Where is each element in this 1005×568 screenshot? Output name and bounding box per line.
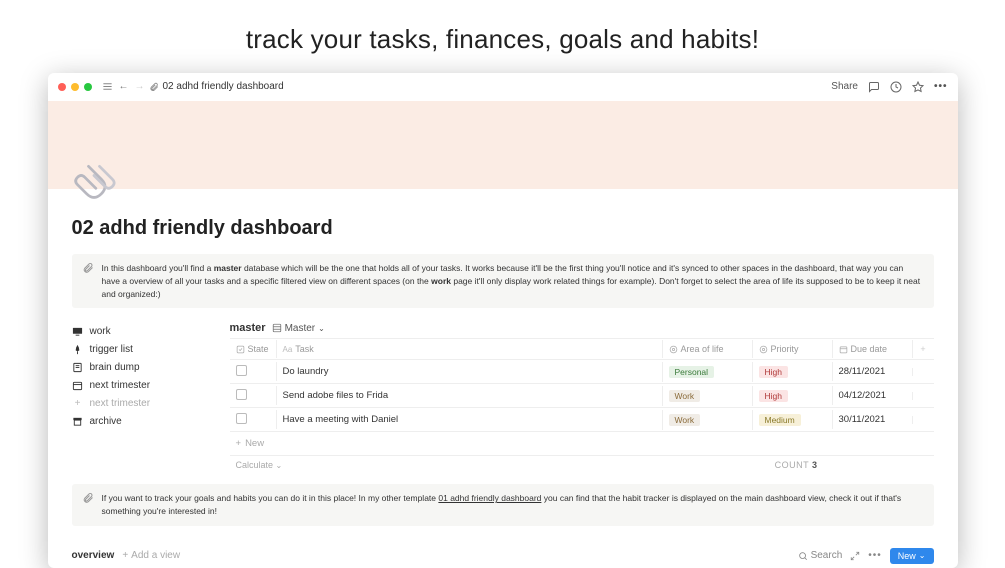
- pin-icon: [72, 343, 84, 355]
- database-title[interactable]: master: [230, 322, 266, 334]
- database-view-selector[interactable]: Master ⌄: [272, 323, 325, 334]
- cell-area[interactable]: Personal: [662, 362, 752, 382]
- sidebar-item-label: brain dump: [90, 362, 140, 373]
- cell-priority[interactable]: High: [752, 386, 832, 406]
- sidebar-item-archive[interactable]: archive: [72, 412, 212, 430]
- template-link[interactable]: 01 adhd friendly dashboard: [438, 493, 541, 503]
- column-area[interactable]: Area of life: [662, 340, 752, 358]
- paperclip-icon: [82, 492, 94, 504]
- cell-area[interactable]: Work: [662, 386, 752, 406]
- sidebar-item-trigger-list[interactable]: trigger list: [72, 340, 212, 358]
- row-checkbox[interactable]: [236, 365, 247, 376]
- share-button[interactable]: Share: [831, 81, 858, 92]
- column-due[interactable]: Due date: [832, 340, 912, 358]
- marketing-headline: track your tasks, finances, goals and ha…: [0, 0, 1005, 73]
- sidebar-item-label: trigger list: [90, 344, 133, 355]
- cell-task[interactable]: Send adobe files to Frida: [276, 386, 662, 405]
- cell-task[interactable]: Have a meeting with Daniel: [276, 410, 662, 429]
- paperclip-icon: [149, 82, 159, 92]
- breadcrumb[interactable]: 02 adhd friendly dashboard: [149, 81, 284, 92]
- search-button[interactable]: Search: [798, 550, 843, 561]
- cell-empty: [912, 392, 934, 400]
- chevron-down-icon: ⌄: [276, 461, 283, 470]
- cell-area[interactable]: Work: [662, 410, 752, 430]
- column-task[interactable]: Aa Task: [276, 340, 662, 358]
- sidebar-item-label: next trimester: [90, 398, 151, 409]
- cell-due[interactable]: 30/11/2021: [832, 410, 912, 429]
- plus-icon: +: [72, 397, 84, 409]
- page-link-list: work trigger list brain dump next trimester…: [72, 322, 212, 474]
- chevron-down-icon: ⌄: [919, 551, 926, 560]
- calculate-button[interactable]: Calculate ⌄: [236, 460, 283, 470]
- new-button[interactable]: New ⌄: [890, 548, 934, 564]
- note-icon: [72, 361, 84, 373]
- calendar-icon: [72, 379, 84, 391]
- desktop-icon: [72, 325, 84, 337]
- cell-empty: [912, 416, 934, 424]
- cell-priority[interactable]: High: [752, 362, 832, 382]
- table-header-row: State Aa Task Area of life Priority: [230, 338, 934, 360]
- table-row[interactable]: Do laundryPersonalHigh28/11/2021: [230, 360, 934, 384]
- app-window: ← → 02 adhd friendly dashboard Share •••: [48, 73, 958, 568]
- column-state[interactable]: State: [230, 340, 276, 358]
- cell-empty: [912, 368, 934, 376]
- goals-callout: If you want to track your goals and habi…: [72, 484, 934, 526]
- window-topbar: ← → 02 adhd friendly dashboard Share •••: [48, 73, 958, 101]
- add-column-button[interactable]: +: [912, 340, 934, 358]
- maximize-window-button[interactable]: [84, 83, 92, 91]
- sidebar-item-next-trimester[interactable]: next trimester: [72, 376, 212, 394]
- overview-section-header: overview + Add a view Search ••• New ⌄: [72, 540, 934, 568]
- row-count: COUNT 3: [775, 460, 818, 470]
- database-table: State Aa Task Area of life Priority: [230, 338, 934, 474]
- sidebar-item-brain-dump[interactable]: brain dump: [72, 358, 212, 376]
- goals-callout-text: If you want to track your goals and habi…: [102, 492, 924, 518]
- table-row[interactable]: Have a meeting with DanielWorkMedium30/1…: [230, 408, 934, 432]
- archive-icon: [72, 415, 84, 427]
- intro-callout-text: In this dashboard you'll find a master d…: [102, 262, 924, 300]
- row-checkbox[interactable]: [236, 413, 247, 424]
- chevron-down-icon: ⌄: [318, 324, 325, 333]
- cell-priority[interactable]: Medium: [752, 410, 832, 430]
- updates-icon[interactable]: [890, 81, 902, 93]
- table-row[interactable]: Send adobe files to FridaWorkHigh04/12/2…: [230, 384, 934, 408]
- favorite-icon[interactable]: [912, 81, 924, 93]
- column-priority[interactable]: Priority: [752, 340, 832, 358]
- more-icon[interactable]: •••: [934, 81, 948, 92]
- comments-icon[interactable]: [868, 81, 880, 93]
- nav-forward-button[interactable]: →: [135, 81, 145, 92]
- nav-back-button[interactable]: ←: [119, 81, 129, 92]
- sidebar-item-label: archive: [90, 416, 122, 427]
- close-window-button[interactable]: [58, 83, 66, 91]
- plus-icon: +: [236, 438, 242, 449]
- page-title: 02 adhd friendly dashboard: [72, 189, 934, 240]
- traffic-lights: [58, 83, 92, 91]
- more-icon[interactable]: •••: [868, 550, 882, 561]
- page-icon-paperclip[interactable]: [72, 159, 116, 203]
- cell-due[interactable]: 04/12/2021: [832, 386, 912, 405]
- sidebar-item-label: next trimester: [90, 380, 151, 391]
- sidebar-item-next-trimester[interactable]: + next trimester: [72, 394, 212, 412]
- overview-title[interactable]: overview: [72, 550, 115, 561]
- database-block: master Master ⌄ State Aa: [230, 322, 934, 474]
- minimize-window-button[interactable]: [71, 83, 79, 91]
- row-checkbox[interactable]: [236, 389, 247, 400]
- page-cover: [48, 101, 958, 189]
- new-row-button[interactable]: + New: [230, 432, 934, 456]
- paperclip-icon: [82, 262, 94, 274]
- cell-task[interactable]: Do laundry: [276, 362, 662, 381]
- sidebar-item-label: work: [90, 326, 111, 337]
- expand-icon[interactable]: [850, 551, 860, 561]
- breadcrumb-title: 02 adhd friendly dashboard: [163, 81, 284, 92]
- plus-icon: +: [122, 550, 128, 561]
- add-view-button[interactable]: + Add a view: [122, 550, 180, 561]
- sidebar-toggle-icon[interactable]: [102, 81, 113, 92]
- sidebar-item-work[interactable]: work: [72, 322, 212, 340]
- intro-callout: In this dashboard you'll find a master d…: [72, 254, 934, 308]
- cell-due[interactable]: 28/11/2021: [832, 362, 912, 381]
